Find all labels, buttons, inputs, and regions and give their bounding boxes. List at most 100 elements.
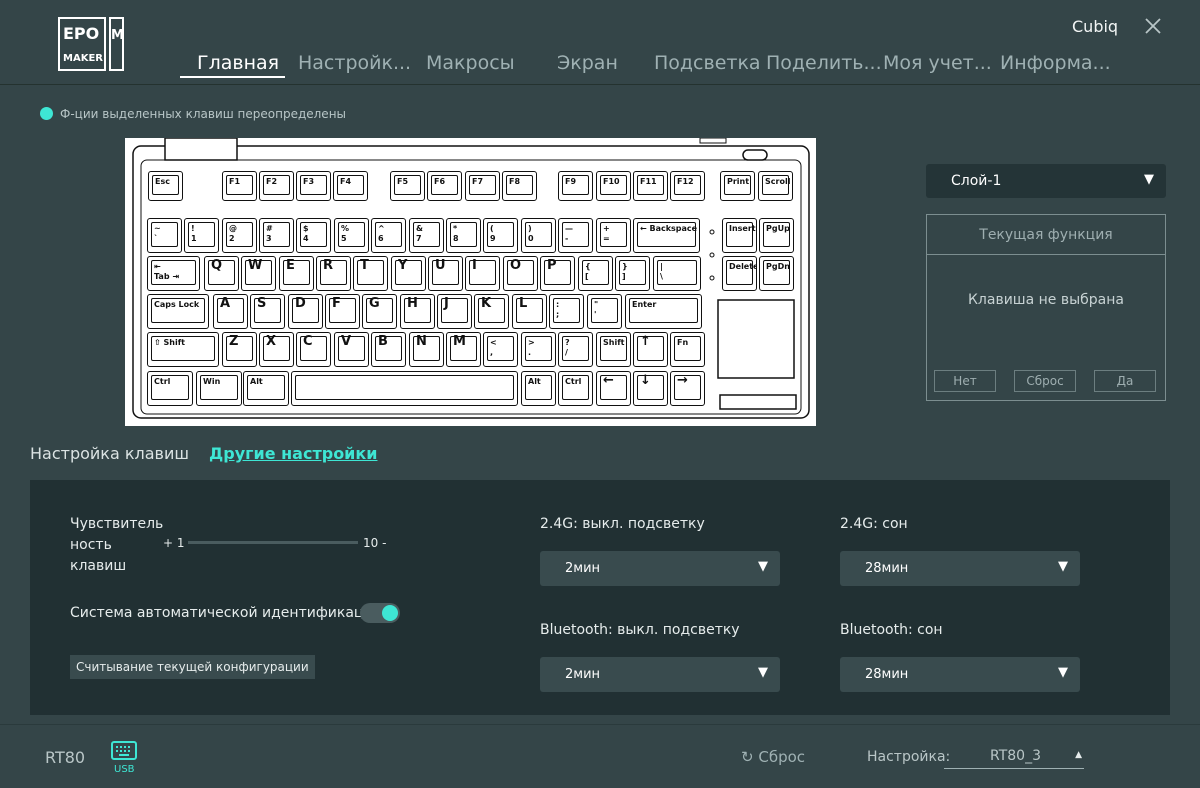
key[interactable]: ! 1 [184,218,219,253]
key[interactable]: Ctrl [147,371,193,406]
key[interactable]: F [325,294,360,329]
key[interactable]: V [334,332,369,367]
key[interactable]: O [503,256,538,291]
key[interactable]: F4 [333,171,368,201]
key[interactable]: # 3 [259,218,294,253]
key[interactable]: H [400,294,435,329]
read-config-button[interactable]: Считывание текущей конфигурации [70,655,315,679]
key[interactable]: ~ ` [147,218,182,253]
key[interactable]: Win [196,371,242,406]
tab-lighting[interactable]: Подсветка [654,52,761,74]
key[interactable]: : ; [549,294,584,329]
key[interactable]: C [296,332,331,367]
auto-id-toggle[interactable] [360,603,400,623]
tab-settings[interactable]: Настройк... [298,52,411,74]
key[interactable]: Caps Lock [147,294,209,329]
key[interactable]: F12 [670,171,705,201]
key[interactable]: F9 [558,171,593,201]
key[interactable]: T [353,256,388,291]
key[interactable]: Q [204,256,239,291]
key[interactable]: G [362,294,397,329]
key[interactable]: U [428,256,463,291]
key[interactable]: → [670,371,705,406]
tab-other-settings[interactable]: Другие настройки [209,444,377,463]
key[interactable]: Scroll [758,171,793,201]
yes-button[interactable]: Да [1094,370,1156,392]
key[interactable]: D [288,294,323,329]
tab-home[interactable]: Главная [197,52,279,74]
key[interactable]: ? / [558,332,593,367]
username[interactable]: Cubiq [1072,17,1118,36]
key[interactable]: ← Backspace [633,218,700,253]
key[interactable]: @ 2 [222,218,257,253]
key[interactable]: F2 [259,171,294,201]
tab-screen[interactable]: Экран [557,52,618,74]
tab-share[interactable]: Поделить... [766,52,882,74]
key[interactable]: P [540,256,575,291]
no-button[interactable]: Нет [934,370,996,392]
key[interactable]: N [409,332,444,367]
tab-macros[interactable]: Макросы [426,52,515,74]
reset-key-button[interactable]: Сброс [1014,370,1076,392]
key[interactable]: ⇤ Tab ⇥ [147,256,200,291]
key[interactable]: S [250,294,285,329]
backlight-bt-dropdown[interactable]: 2мин ▼ [540,657,780,692]
key[interactable]: Print [720,171,755,201]
key[interactable]: ⇧ Shift [147,332,219,367]
reset-button[interactable]: ↻ Сброс [741,748,805,766]
key[interactable]: % 5 [334,218,369,253]
key[interactable] [291,371,518,406]
tab-info[interactable]: Информа... [1000,52,1111,74]
key[interactable]: " ' [587,294,622,329]
key[interactable]: Fn [670,332,705,367]
tab-key-settings[interactable]: Настройка клавиш [30,444,189,463]
key[interactable]: X [259,332,294,367]
key[interactable]: F10 [596,171,631,201]
key[interactable]: B [371,332,406,367]
config-dropdown[interactable]: RT80_3 ▲ [944,748,1084,769]
key[interactable]: * 8 [446,218,481,253]
key[interactable]: Ctrl [558,371,593,406]
key[interactable]: < , [483,332,518,367]
key[interactable]: Shift [596,332,631,367]
sleep-bt-dropdown[interactable]: 28мин ▼ [840,657,1080,692]
key[interactable]: Z [222,332,257,367]
key[interactable]: L [512,294,547,329]
key[interactable]: E [279,256,314,291]
key[interactable]: ↓ [633,371,668,406]
key[interactable]: Alt [243,371,289,406]
key[interactable]: > . [521,332,556,367]
key[interactable]: Insert [722,218,757,253]
tab-account[interactable]: Моя учет... [883,52,992,74]
key[interactable]: ( 9 [483,218,518,253]
key[interactable]: F11 [633,171,668,201]
key[interactable]: ) 0 [521,218,556,253]
key[interactable]: F1 [222,171,257,201]
key[interactable]: PgUp [759,218,794,253]
key[interactable]: & 7 [409,218,444,253]
close-icon[interactable] [1143,16,1163,36]
key[interactable]: } ] [615,256,650,291]
key[interactable]: Alt [521,371,556,406]
key[interactable]: ← [596,371,631,406]
key[interactable]: Enter [625,294,702,329]
key[interactable]: J [437,294,472,329]
key[interactable]: F6 [427,171,462,201]
key[interactable]: — - [558,218,593,253]
key[interactable]: + = [596,218,631,253]
key[interactable]: Delete [722,256,757,291]
key[interactable]: Y [391,256,426,291]
key[interactable]: F5 [390,171,425,201]
key[interactable]: ^ 6 [371,218,406,253]
key[interactable]: R [316,256,351,291]
key[interactable]: I [465,256,500,291]
key[interactable]: W [241,256,276,291]
key[interactable]: Esc [148,171,183,201]
sensitivity-slider[interactable] [188,541,358,544]
key[interactable]: A [213,294,248,329]
key[interactable]: PgDn [759,256,794,291]
backlight-24g-dropdown[interactable]: 2мин ▼ [540,551,780,586]
layer-dropdown[interactable]: Слой-1 ▼ [926,164,1166,198]
key[interactable]: F8 [502,171,537,201]
key[interactable]: F3 [296,171,331,201]
